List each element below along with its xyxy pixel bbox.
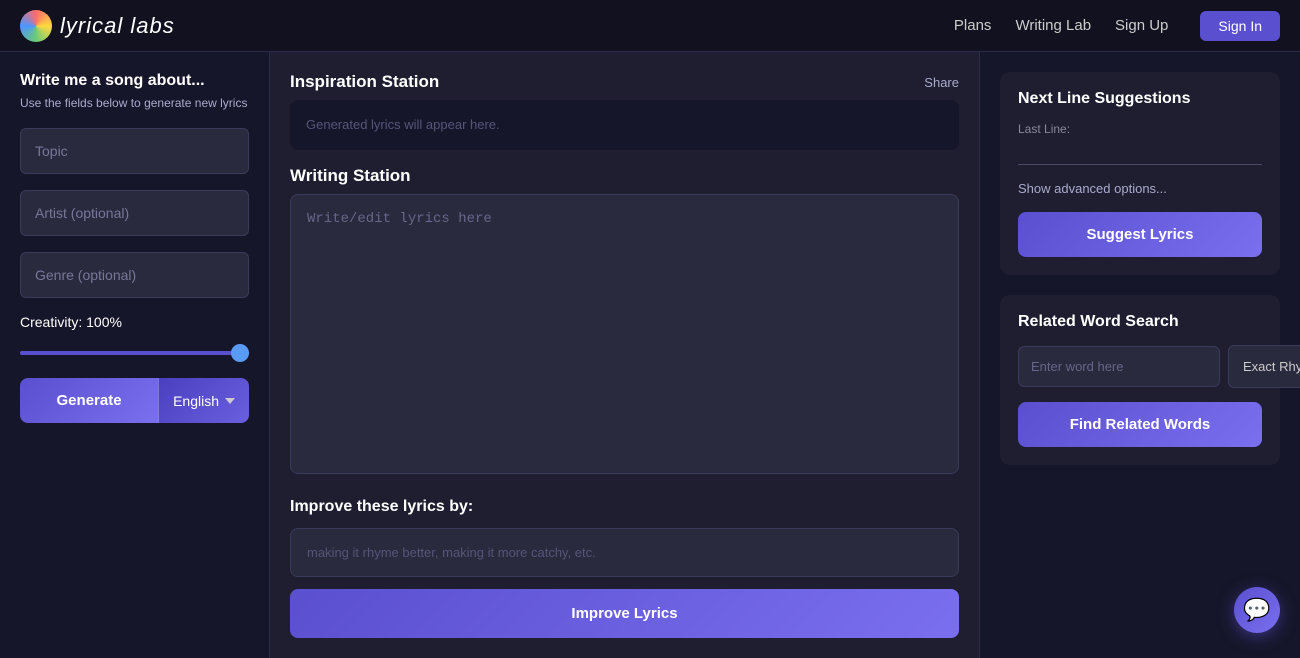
generate-button[interactable]: Generate (20, 378, 158, 423)
advanced-options-link[interactable]: Show advanced options... (1018, 181, 1262, 196)
improve-button[interactable]: Improve Lyrics (290, 589, 959, 638)
creativity-slider-container (20, 342, 249, 358)
logo: lyrical labs (20, 10, 954, 42)
creativity-label: Creativity: 100% (20, 314, 249, 330)
logo-text: lyrical labs (60, 13, 175, 39)
plans-link[interactable]: Plans (954, 17, 992, 34)
share-link[interactable]: Share (924, 75, 959, 90)
improve-input[interactable] (290, 528, 959, 577)
writing-title: Writing Station (290, 166, 411, 186)
language-label: English (173, 393, 219, 409)
inspiration-header: Inspiration Station Share (290, 72, 959, 92)
sign-up-link[interactable]: Sign Up (1115, 17, 1168, 34)
left-heading: Write me a song about... (20, 72, 249, 90)
inspiration-area: Generated lyrics will appear here. (290, 100, 959, 150)
genre-input[interactable] (20, 252, 249, 298)
chat-fab-button[interactable]: 💬 (1234, 587, 1280, 633)
writing-station: Writing Station (290, 166, 959, 474)
chat-icon: 💬 (1243, 597, 1270, 623)
inspiration-station: Inspiration Station Share Generated lyri… (290, 72, 959, 150)
word-search-row: Exact Rhymes (1018, 345, 1262, 388)
suggest-lyrics-button[interactable]: Suggest Lyrics (1018, 212, 1262, 257)
improve-title: Improve these lyrics by: (290, 498, 959, 516)
related-word-section: Related Word Search Exact Rhymes Find Re… (1000, 295, 1280, 465)
last-line-input[interactable] (1018, 140, 1262, 165)
chevron-down-icon (225, 398, 235, 404)
left-panel: Write me a song about... Use the fields … (0, 52, 270, 658)
improve-section: Improve these lyrics by: Improve Lyrics (290, 498, 959, 638)
main-layout: Write me a song about... Use the fields … (0, 52, 1300, 653)
inspiration-title: Inspiration Station (290, 72, 439, 92)
artist-input[interactable] (20, 190, 249, 236)
navbar: lyrical labs Plans Writing Lab Sign Up S… (0, 0, 1300, 52)
middle-panel: Inspiration Station Share Generated lyri… (270, 52, 980, 658)
find-related-words-button[interactable]: Find Related Words (1018, 402, 1262, 447)
inspiration-placeholder: Generated lyrics will appear here. (306, 117, 500, 132)
language-button[interactable]: English (158, 378, 249, 423)
logo-icon (20, 10, 52, 42)
generate-row: Generate English (20, 378, 249, 423)
nav-links: Plans Writing Lab Sign Up Sign In (954, 11, 1280, 41)
related-word-title: Related Word Search (1018, 313, 1262, 331)
writing-header: Writing Station (290, 166, 959, 186)
creativity-slider[interactable] (20, 351, 249, 355)
word-search-input[interactable] (1018, 346, 1220, 387)
last-line-label: Last Line: (1018, 122, 1262, 136)
lyrics-textarea[interactable] (290, 194, 959, 474)
topic-input[interactable] (20, 128, 249, 174)
rhyme-type-select[interactable]: Exact Rhymes (1228, 345, 1300, 388)
left-subtitle: Use the fields below to generate new lyr… (20, 96, 249, 110)
writing-lab-link[interactable]: Writing Lab (1015, 17, 1091, 34)
right-panel: Next Line Suggestions Last Line: Show ad… (980, 52, 1300, 658)
sign-in-button[interactable]: Sign In (1200, 11, 1280, 41)
next-line-section: Next Line Suggestions Last Line: Show ad… (1000, 72, 1280, 275)
next-line-title: Next Line Suggestions (1018, 90, 1262, 108)
